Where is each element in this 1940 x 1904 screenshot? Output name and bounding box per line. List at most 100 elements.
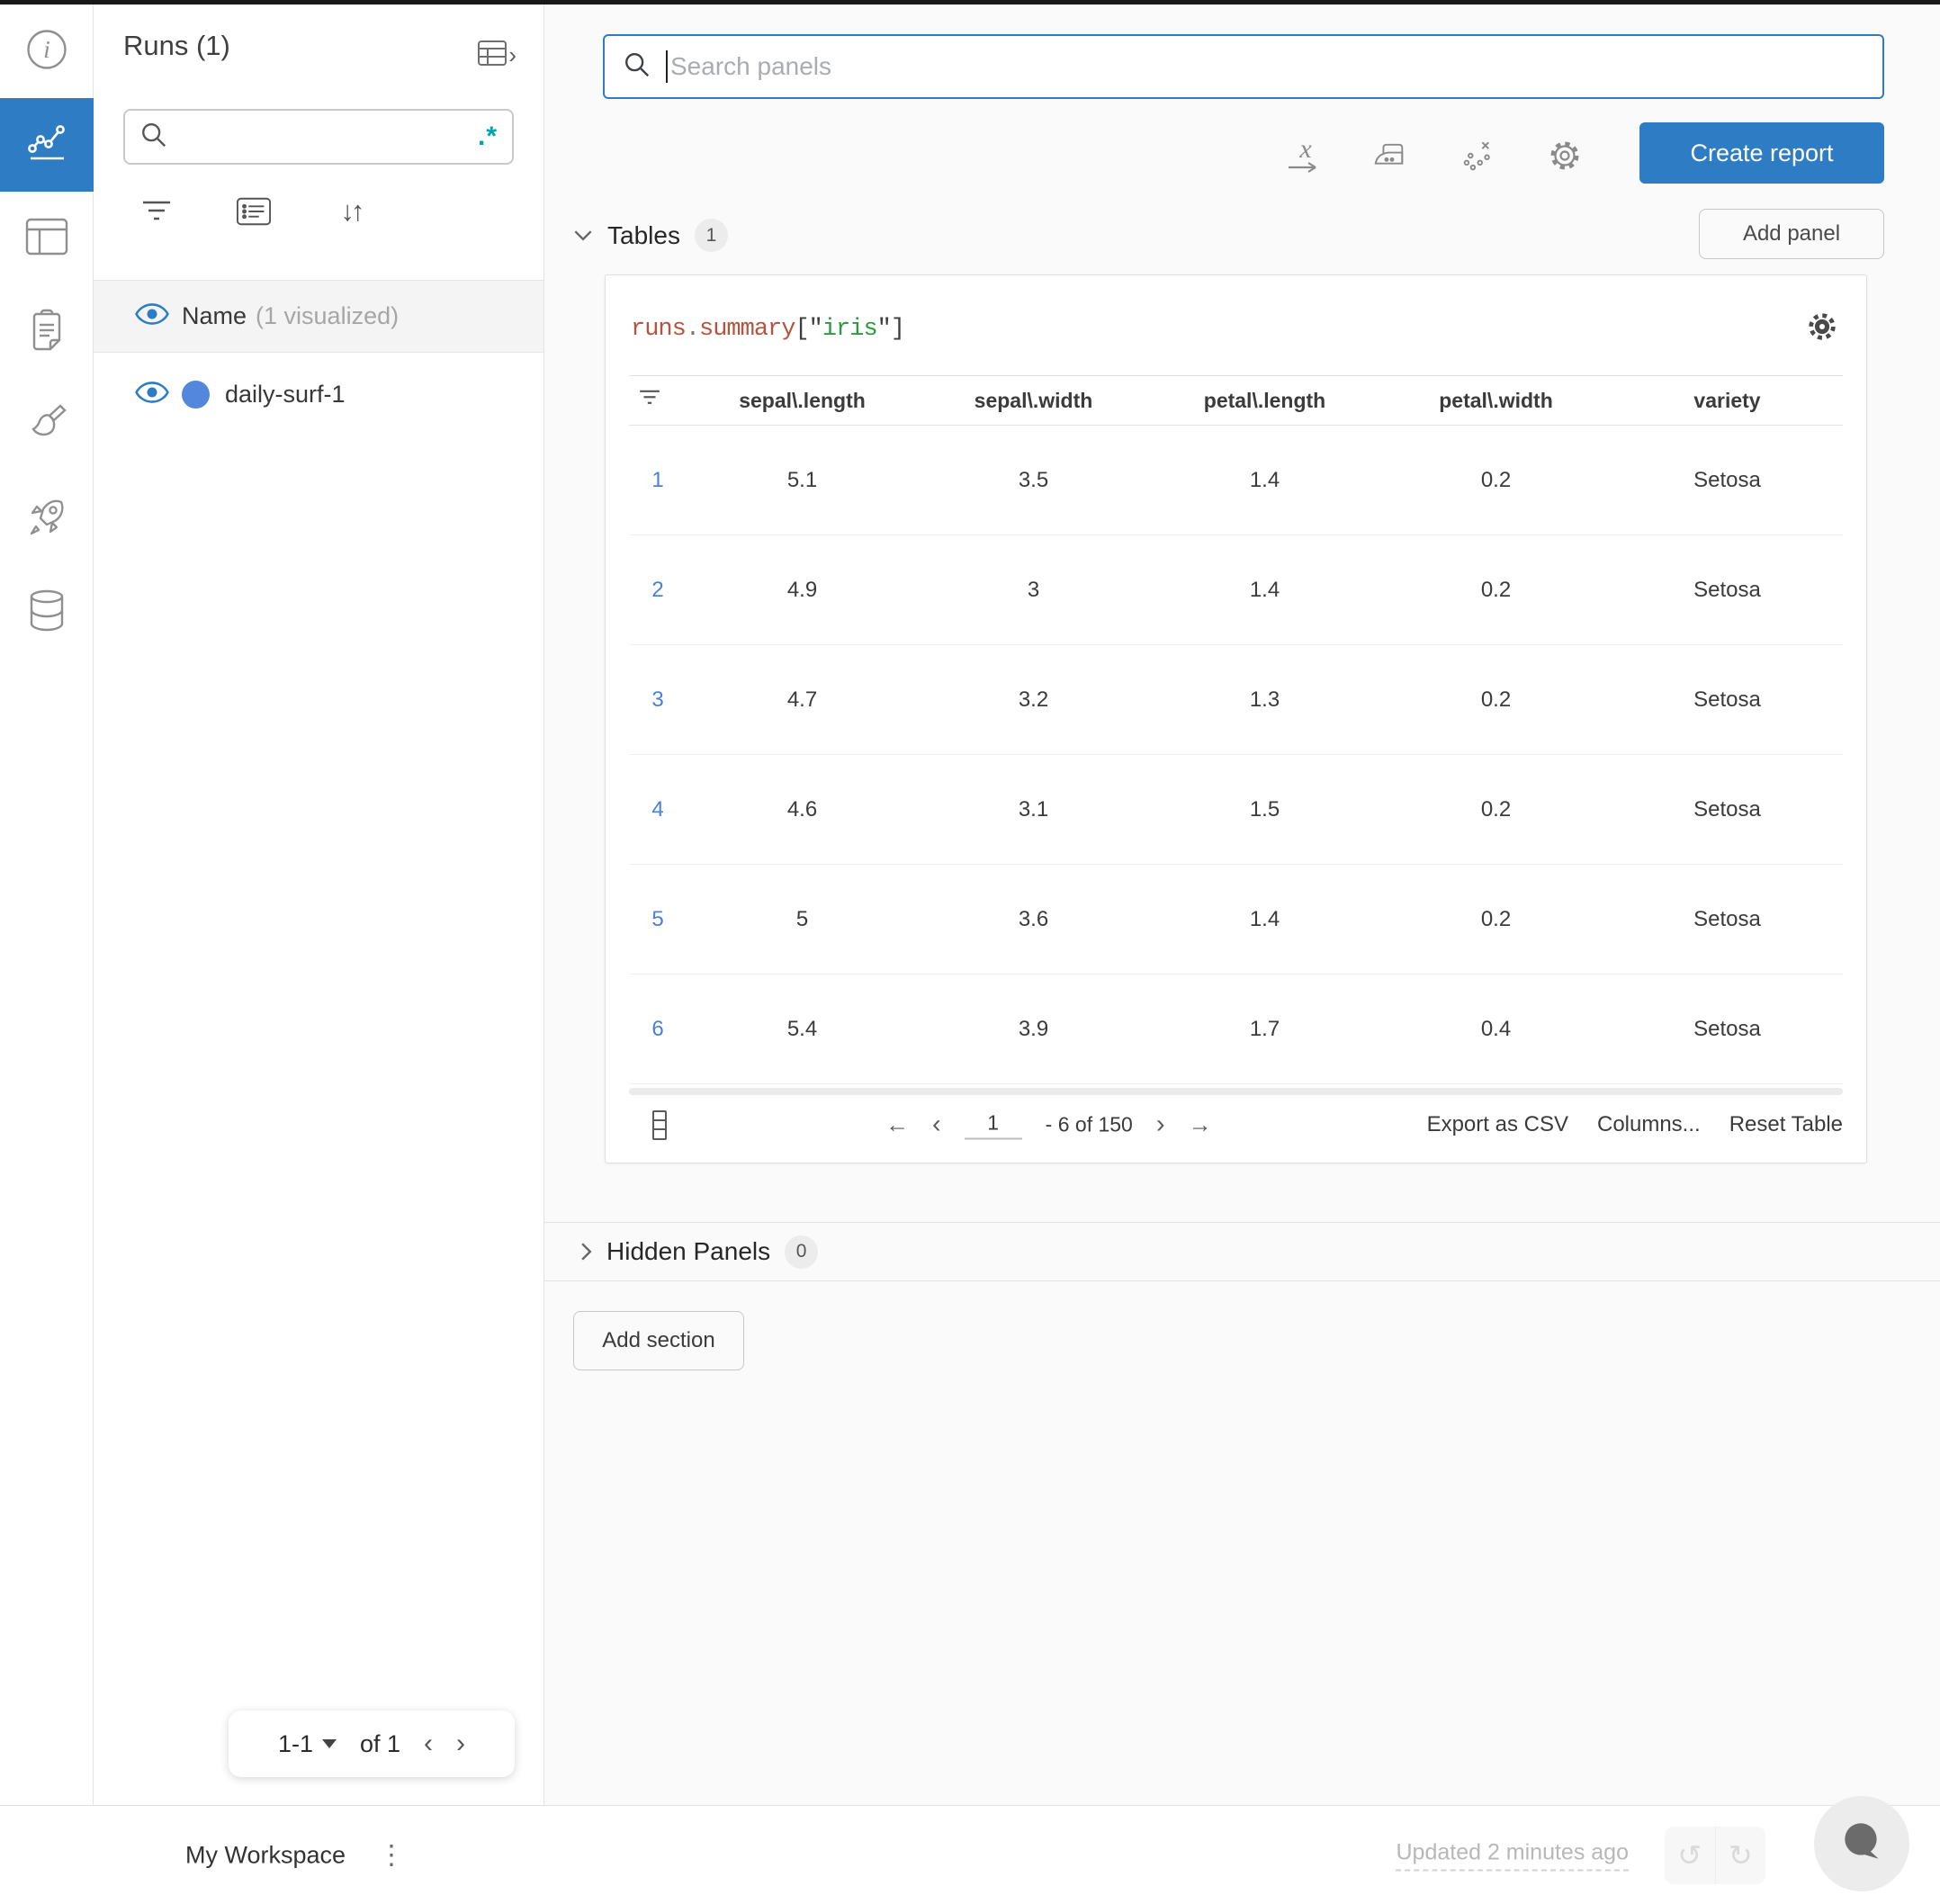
redo-button[interactable]: ↻ (1714, 1826, 1766, 1884)
horizontal-scrollbar[interactable] (629, 1088, 1843, 1095)
cell: 1.3 (1249, 687, 1280, 712)
column-header[interactable]: petal\.width (1380, 389, 1612, 413)
rail-item-sweeps[interactable] (0, 379, 94, 472)
title-runs: runs (631, 315, 687, 343)
runs-prev-page-button[interactable]: ‹ (424, 1729, 433, 1759)
chat-bubble-icon (1837, 1818, 1886, 1871)
workspace-title: My Workspace (185, 1841, 346, 1868)
chevron-right-icon: › (508, 41, 516, 68)
filter-funnel-icon[interactable] (139, 198, 174, 225)
panel-gear-icon[interactable] (1805, 310, 1839, 348)
broom-icon (25, 402, 68, 450)
title-dot: . (685, 315, 700, 343)
table-row: 4 4.6 3.1 1.5 0.2 Setosa (629, 755, 1843, 865)
page-number-input[interactable] (964, 1110, 1022, 1139)
help-chat-button[interactable] (1814, 1796, 1909, 1891)
runs-search-input[interactable] (179, 124, 478, 149)
search-icon (623, 50, 651, 84)
runs-pagination: 1-1 of 1 ‹ › (229, 1711, 515, 1777)
table-row: 3 4.7 3.2 1.3 0.2 Setosa (629, 645, 1843, 755)
next-page-button[interactable]: › (1156, 1110, 1165, 1140)
tables-section-header[interactable]: Tables 1 (573, 219, 728, 252)
rail-item-panels[interactable] (0, 192, 94, 285)
info-icon: i (26, 29, 67, 75)
regex-toggle[interactable]: .* (478, 121, 498, 152)
add-section-button[interactable]: Add section (573, 1311, 744, 1370)
run-color-dot (182, 380, 210, 409)
table-footer: ← ‹ - 6 of 150 › → Export as CSV Columns… (629, 1099, 1843, 1151)
cell: 3.5 (1018, 467, 1049, 492)
name-header-suffix: (1 visualized) (256, 302, 400, 329)
cell: 3 (1027, 577, 1040, 602)
rail-item-info[interactable]: i (0, 4, 94, 98)
prev-page-button[interactable]: ‹ (932, 1110, 941, 1140)
smoothing-iron-icon[interactable] (1374, 130, 1410, 181)
runs-page-of: of 1 (359, 1729, 401, 1757)
table-row: 5 5 3.6 1.4 0.2 Setosa (629, 865, 1843, 974)
row-index-link[interactable]: 2 (629, 578, 687, 603)
settings-gear-icon[interactable] (1547, 130, 1583, 181)
iris-table-panel: runs.summary["iris"] sepal\.length sepal… (605, 274, 1867, 1163)
sort-icon[interactable]: ↓↑ (334, 195, 368, 228)
row-index-link[interactable]: 6 (629, 1017, 687, 1042)
export-csv-button[interactable]: Export as CSV (1427, 1112, 1568, 1137)
runs-name-header: Name (1 visualized) (94, 280, 543, 353)
columns-button[interactable]: Columns... (1597, 1112, 1701, 1137)
runs-next-page-button[interactable]: › (456, 1729, 465, 1759)
reset-table-button[interactable]: Reset Table (1729, 1112, 1843, 1137)
run-name: daily-surf-1 (225, 380, 346, 408)
run-details-icon[interactable] (237, 197, 271, 226)
row-height-icon[interactable] (652, 1109, 667, 1140)
content-frame: i Runs (1) › .* ↓↑ Name (1 visualized) d… (0, 4, 1940, 1805)
column-header[interactable]: sepal\.length (687, 389, 918, 413)
table-filter-icon[interactable] (629, 388, 687, 413)
main-panel-area: Search panels x Create report Tables 1 A… (544, 4, 1940, 1805)
panel-title: runs.summary["iris"] (631, 315, 905, 343)
tables-count-badge: 1 (694, 219, 728, 252)
outliers-icon[interactable] (1460, 130, 1496, 181)
runs-table-expand[interactable]: › (478, 40, 516, 70)
column-header[interactable]: variety (1612, 389, 1843, 413)
icon-rail: i (0, 4, 94, 1805)
hidden-panels-header[interactable]: Hidden Panels 0 (544, 1222, 1940, 1281)
rail-item-workspace-charts[interactable] (0, 98, 94, 192)
table-actions: Export as CSV Columns... Reset Table (1427, 1112, 1843, 1137)
first-page-button[interactable]: ← (885, 1111, 909, 1139)
eye-icon[interactable] (135, 302, 169, 330)
column-header[interactable]: petal\.length (1149, 389, 1380, 413)
cell: 4.6 (786, 796, 818, 822)
runs-page-range[interactable]: 1-1 (278, 1730, 313, 1758)
table-row: 1 5.1 3.5 1.4 0.2 Setosa (629, 426, 1843, 535)
undo-button[interactable]: ↺ (1665, 1827, 1715, 1884)
create-report-button[interactable]: Create report (1639, 122, 1884, 184)
cell: Setosa (1693, 467, 1761, 492)
cell: 1.5 (1249, 796, 1280, 822)
x-axis-icon[interactable]: x (1288, 130, 1324, 181)
eye-icon[interactable] (135, 381, 169, 409)
cell: 3.9 (1018, 1016, 1049, 1041)
column-header[interactable]: sepal\.width (918, 389, 1149, 413)
row-index-link[interactable]: 5 (629, 907, 687, 932)
add-panel-button[interactable]: Add panel (1699, 209, 1884, 259)
database-icon (27, 588, 67, 638)
row-index-link[interactable]: 3 (629, 687, 687, 713)
chevron-down-icon (574, 230, 592, 241)
row-index-link[interactable]: 1 (629, 468, 687, 493)
run-row-daily-surf-1[interactable]: daily-surf-1 (94, 354, 543, 435)
rail-item-notes[interactable] (0, 285, 94, 379)
panel-search-placeholder[interactable]: Search panels (670, 52, 831, 81)
kebab-menu-icon[interactable]: ⋮ (378, 1839, 405, 1871)
row-index-link[interactable]: 4 (629, 797, 687, 822)
name-header-label: Name (182, 302, 247, 329)
last-page-button[interactable]: → (1189, 1111, 1212, 1139)
undo-redo-group: ↺ ↻ (1665, 1826, 1766, 1884)
wandb-workspace: i Runs (1) › .* ↓↑ Name (1 visualized) d… (0, 0, 1940, 1904)
svg-text:i: i (43, 36, 50, 63)
runs-table-icon (478, 40, 507, 70)
rocket-icon (25, 496, 68, 543)
rail-item-launch[interactable] (0, 472, 94, 566)
rail-item-artifacts[interactable] (0, 566, 94, 660)
cell: 3.6 (1018, 906, 1049, 931)
updated-timestamp: Updated 2 minutes ago (1396, 1839, 1629, 1871)
cell: 0.2 (1480, 796, 1512, 822)
